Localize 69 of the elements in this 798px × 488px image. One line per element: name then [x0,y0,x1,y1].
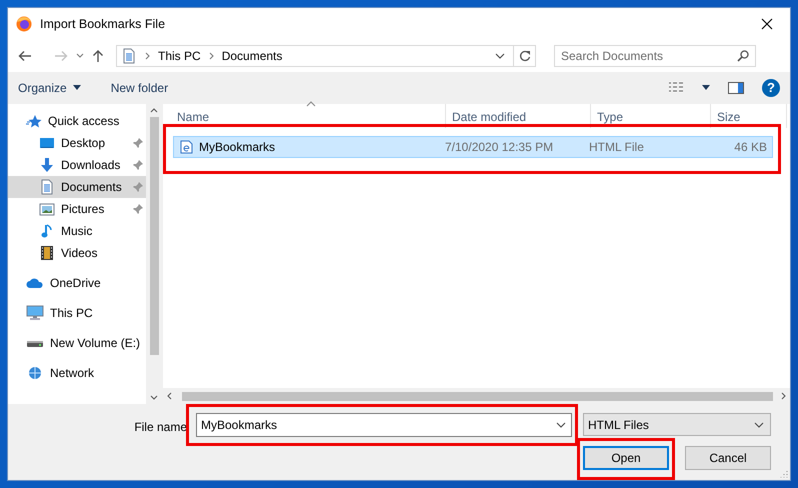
scroll-down-icon [150,395,158,400]
column-header[interactable]: Type [591,104,711,128]
firefox-logo-icon [16,16,32,32]
list-view-icon [668,82,684,94]
sidebar-item[interactable]: Quick access [8,110,146,132]
file-type: HTML File [588,140,645,154]
sort-caret-icon [306,101,316,107]
caret-icon [702,85,710,90]
help-button[interactable]: ? [762,78,780,96]
down-arrow-icon [39,157,55,173]
caret-icon [72,85,81,90]
html-file-icon [180,140,193,154]
sidebar-item[interactable]: Music [8,220,146,242]
sidebar-item[interactable]: OneDrive [8,272,146,294]
dropdown-chevron-icon [754,422,764,428]
refresh-icon [518,50,530,62]
file-name-label: File name [133,419,188,436]
file-type-dropdown[interactable]: HTML Files [583,413,771,436]
globe-icon [26,366,44,380]
breadcrumb[interactable]: Documents [222,48,282,62]
scroll-right-icon [781,392,786,400]
resize-grip-icon [778,468,788,478]
sidebar-item[interactable]: Pictures [8,198,146,220]
dialog-button[interactable]: Cancel [685,446,771,470]
dialog-button[interactable]: Open [583,446,669,470]
file-name-field[interactable]: MyBookmarks [196,413,572,437]
picture-icon [39,201,55,217]
file-size: 46 KB [733,140,768,154]
file-row[interactable]: MyBookmarks 7/10/2020 12:35 PM HTML File 46 KB [173,136,773,158]
computer-icon [26,305,44,321]
dropdown-chevron-icon [76,52,84,58]
organize-button[interactable]: Organize [18,78,81,96]
back-arrow-icon [18,50,32,62]
file-name: MyBookmarks [199,140,276,154]
column-header[interactable]: Size [711,104,787,128]
column-header[interactable]: Name [171,104,446,128]
date-modified: 7/10/2020 12:35 PM [444,140,554,154]
sidebar-item[interactable]: Downloads [8,154,146,176]
preview-pane-button[interactable] [728,82,744,94]
search-field[interactable]: Search Documents [554,44,756,66]
monitor-icon [39,135,55,151]
sidebar-item[interactable]: Network [8,362,146,384]
breadcrumb[interactable]: This PC [158,48,201,62]
sidebar-item[interactable]: New Volume (E:) [8,332,146,354]
horizontal-scrollbar[interactable] [163,388,790,404]
document-icon [39,179,55,195]
sidebar-item[interactable]: Documents [8,176,146,198]
column-header[interactable]: Date modified [446,104,591,128]
dropdown-chevron-icon [495,52,505,58]
window-title: Import Bookmarks File [40,16,166,30]
preview-pane-icon [728,82,744,94]
dropdown-chevron-icon [556,422,566,428]
star-icon [26,113,42,129]
scroll-up-icon [150,108,158,113]
address-bar[interactable]: This PC Documents [116,44,536,66]
new-folder-button[interactable]: New folder [110,78,168,96]
close-icon [761,18,773,30]
sidebar-item[interactable]: Videos [8,242,146,264]
breadcrumb-chevron-icon [145,52,150,60]
film-icon [39,245,55,261]
sidebar-item[interactable]: This PC [8,302,146,324]
sidebar-item[interactable]: Desktop [8,132,146,154]
scroll-left-icon [167,392,172,400]
up-arrow-icon [92,48,104,62]
breadcrumb-chevron-icon [208,52,214,60]
search-icon [737,50,749,62]
folder-document-icon [121,48,137,64]
cloud-icon [26,276,44,290]
forward-arrow-icon [54,50,68,62]
